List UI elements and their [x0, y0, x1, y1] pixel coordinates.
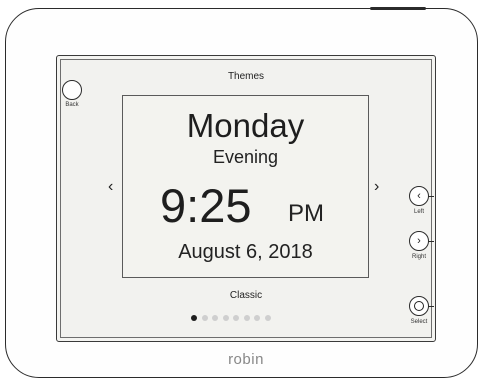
back-button[interactable]: [62, 80, 82, 100]
page-dot-active: [191, 315, 197, 321]
device-top-button: [370, 7, 426, 10]
page-dot: [222, 315, 229, 321]
select-button-label: Select: [410, 319, 428, 325]
clock-time: 9:25: [160, 179, 252, 232]
day-of-week: Monday: [186, 107, 305, 144]
page-dot: [264, 315, 271, 321]
select-ring-icon: [414, 301, 424, 311]
full-date: August 6, 2018: [178, 241, 313, 263]
page-dot: [212, 315, 218, 321]
select-button[interactable]: [409, 296, 434, 316]
next-theme-arrow-icon[interactable]: ›: [374, 179, 379, 195]
theme-name: Classic: [229, 290, 263, 301]
time-of-day: Evening: [212, 147, 279, 167]
chevron-left-icon: ‹: [417, 189, 421, 202]
screen-title: Themes: [227, 71, 265, 82]
brand-logo: robin: [228, 351, 264, 368]
left-button-label: Left: [413, 209, 424, 215]
page-dot: [254, 315, 260, 321]
chevron-right-icon: ›: [417, 234, 421, 247]
right-button-label: Right: [411, 254, 426, 260]
page-dot: [201, 315, 208, 321]
page-dot: [233, 315, 239, 321]
page-indicator: [191, 315, 271, 321]
previous-theme-arrow-icon[interactable]: ‹: [108, 179, 113, 195]
am-pm-indicator: PM: [288, 200, 324, 227]
left-button[interactable]: ‹: [409, 186, 434, 206]
right-button[interactable]: ›: [409, 231, 434, 251]
back-button-label: Back: [65, 102, 79, 108]
page-dot: [243, 315, 250, 321]
